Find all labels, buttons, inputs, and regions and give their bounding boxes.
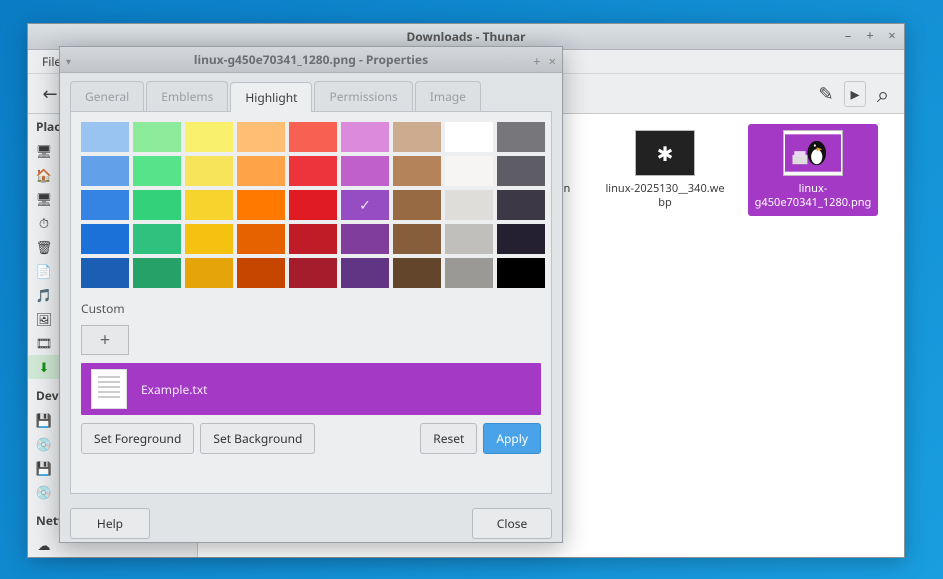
- maximize-icon[interactable]: +: [862, 27, 878, 43]
- color-swatch[interactable]: [289, 190, 337, 220]
- sidebar-item-icon: 🎵: [36, 287, 52, 303]
- tabs: GeneralEmblemsHighlightPermissionsImage: [60, 73, 562, 111]
- sidebar-item-icon: 💾: [36, 412, 52, 428]
- color-swatch[interactable]: [445, 224, 493, 254]
- window-title: Downloads - Thunar: [407, 28, 526, 45]
- sidebar-item-icon: ⬇: [36, 359, 52, 375]
- color-swatch[interactable]: [393, 224, 441, 254]
- sidebar-item-icon: 🖥: [36, 143, 52, 159]
- set-foreground-button[interactable]: Set Foreground: [81, 423, 194, 454]
- color-swatch[interactable]: [133, 122, 181, 152]
- color-swatch[interactable]: [81, 122, 129, 152]
- tab-emblems[interactable]: Emblems: [146, 81, 228, 111]
- color-swatch[interactable]: [185, 122, 233, 152]
- sidebar-item-icon: 🖥: [36, 191, 52, 207]
- color-swatch[interactable]: [81, 224, 129, 254]
- color-swatch[interactable]: [393, 190, 441, 220]
- color-swatch[interactable]: [81, 258, 129, 288]
- custom-label: Custom: [81, 300, 541, 317]
- color-swatch[interactable]: [289, 122, 337, 152]
- sidebar-item-icon: 📄: [36, 263, 52, 279]
- color-swatch[interactable]: [341, 156, 389, 186]
- color-swatch[interactable]: [289, 224, 337, 254]
- sidebar-item-icon: 🗑: [36, 239, 52, 255]
- sidebar-item-icon: ⏱: [36, 215, 52, 231]
- tab-permissions[interactable]: Permissions: [314, 81, 412, 111]
- sidebar-item-icon: 🎞: [36, 335, 52, 351]
- add-custom-color-button[interactable]: +: [81, 325, 129, 355]
- dialog-maximize-icon[interactable]: +: [533, 52, 540, 70]
- color-swatch[interactable]: [185, 258, 233, 288]
- color-swatch[interactable]: [341, 190, 389, 220]
- edit-path-button[interactable]: ✎: [812, 80, 840, 108]
- color-swatch[interactable]: [497, 122, 545, 152]
- color-swatch[interactable]: [133, 224, 181, 254]
- document-icon: [91, 369, 127, 409]
- file-thumbnail: ✱: [635, 130, 695, 176]
- color-swatch[interactable]: [445, 156, 493, 186]
- color-swatch[interactable]: [289, 258, 337, 288]
- color-swatch[interactable]: [237, 156, 285, 186]
- color-swatch[interactable]: [133, 258, 181, 288]
- search-icon[interactable]: ⌕: [870, 81, 896, 107]
- color-swatch[interactable]: [393, 122, 441, 152]
- color-swatch[interactable]: [185, 156, 233, 186]
- color-swatch[interactable]: [393, 156, 441, 186]
- color-swatch[interactable]: [133, 190, 181, 220]
- color-swatch[interactable]: [289, 156, 337, 186]
- close-button[interactable]: Close: [472, 508, 552, 539]
- apply-button[interactable]: Apply: [483, 423, 541, 454]
- go-button[interactable]: ▸: [844, 81, 866, 107]
- color-swatch[interactable]: [185, 224, 233, 254]
- highlight-panel: Custom + Example.txt Set Foreground Set …: [70, 111, 552, 494]
- dialog-menu-icon[interactable]: ▾: [66, 54, 71, 68]
- tab-general[interactable]: General: [70, 81, 144, 111]
- dialog-title: linux-g450e70341_1280.png - Properties: [194, 51, 428, 68]
- set-background-button[interactable]: Set Background: [200, 423, 315, 454]
- tab-highlight[interactable]: Highlight: [230, 82, 312, 112]
- reset-button[interactable]: Reset: [420, 423, 477, 454]
- dialog-footer: Help Close: [60, 504, 562, 542]
- color-swatch[interactable]: [81, 190, 129, 220]
- sidebar-item-icon: ☁: [36, 537, 52, 553]
- color-swatch[interactable]: [341, 258, 389, 288]
- color-grid: [81, 122, 541, 288]
- color-swatch[interactable]: [497, 224, 545, 254]
- file-thumbnail: [783, 130, 843, 176]
- color-swatch[interactable]: [497, 190, 545, 220]
- color-swatch[interactable]: [497, 258, 545, 288]
- help-button[interactable]: Help: [70, 508, 150, 539]
- color-swatch[interactable]: [497, 156, 545, 186]
- example-label: Example.txt: [141, 381, 207, 398]
- color-swatch[interactable]: [341, 122, 389, 152]
- close-icon[interactable]: ×: [884, 27, 900, 43]
- color-swatch[interactable]: [185, 190, 233, 220]
- file-name: linux-2025130__340.we bp: [605, 182, 724, 210]
- dialog-titlebar[interactable]: ▾ linux-g450e70341_1280.png - Properties…: [60, 47, 562, 73]
- color-swatch[interactable]: [81, 156, 129, 186]
- minimize-icon[interactable]: –: [840, 27, 856, 43]
- color-swatch[interactable]: [341, 224, 389, 254]
- color-swatch[interactable]: [393, 258, 441, 288]
- file-item[interactable]: ✱ linux-2025130__340.we bp: [600, 124, 730, 216]
- properties-dialog: ▾ linux-g450e70341_1280.png - Properties…: [59, 46, 563, 543]
- file-name: linux- g450e70341_1280.png: [755, 182, 872, 210]
- color-swatch[interactable]: [237, 258, 285, 288]
- color-swatch[interactable]: [237, 122, 285, 152]
- color-swatch[interactable]: [445, 258, 493, 288]
- sidebar-item-icon: 💿: [36, 436, 52, 452]
- sidebar-item-icon: 🏠: [36, 167, 52, 183]
- example-preview: Example.txt: [81, 363, 541, 415]
- dialog-close-icon[interactable]: ×: [549, 52, 556, 70]
- color-swatch[interactable]: [237, 190, 285, 220]
- sidebar-item-icon: 💿: [36, 484, 52, 500]
- sidebar-item-icon: 🖼: [36, 311, 52, 327]
- color-swatch[interactable]: [445, 190, 493, 220]
- tab-image[interactable]: Image: [415, 81, 481, 111]
- color-swatch[interactable]: [237, 224, 285, 254]
- file-item[interactable]: linux- g450e70341_1280.png: [748, 124, 878, 216]
- color-swatch[interactable]: [133, 156, 181, 186]
- sidebar-item-icon: 💾: [36, 460, 52, 476]
- color-swatch[interactable]: [445, 122, 493, 152]
